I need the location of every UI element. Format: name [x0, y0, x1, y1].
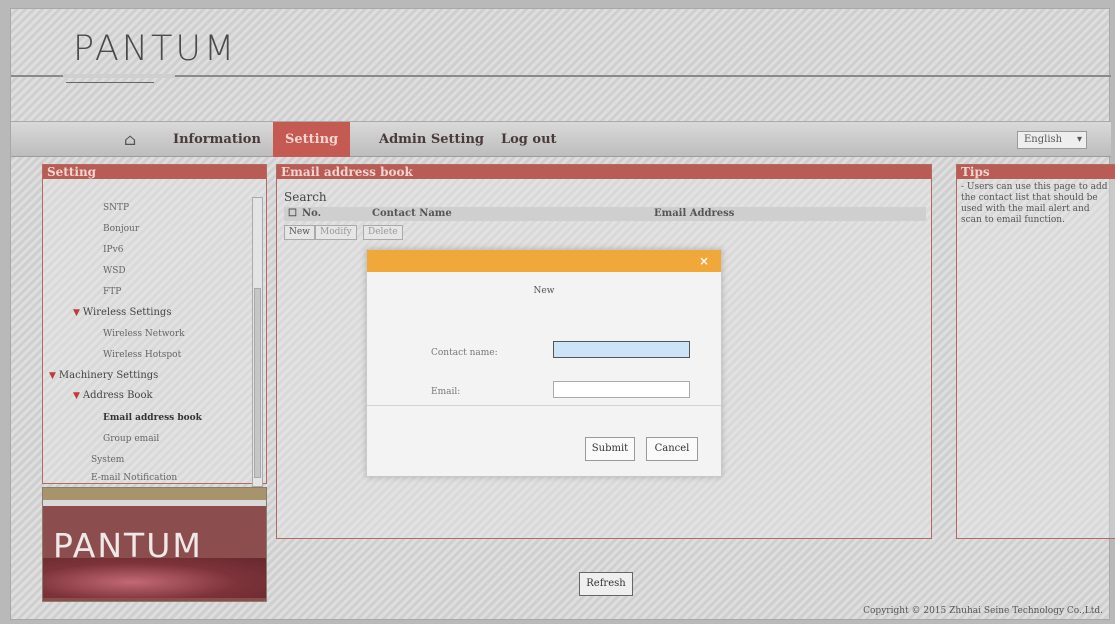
tree-label-wireless-settings: Wireless Settings — [82, 307, 172, 318]
contact-name-label: Contact name: — [431, 348, 498, 358]
language-value: English — [1024, 134, 1063, 145]
dialog-divider — [367, 405, 721, 406]
tree-item-email-address-book[interactable]: Email address book — [103, 413, 202, 423]
submit-button[interactable]: Submit — [585, 437, 635, 461]
dialog-title: New — [533, 286, 555, 296]
tree-item-sntp[interactable]: SNTP — [103, 203, 129, 213]
cancel-button[interactable]: Cancel — [646, 437, 698, 461]
header-underline — [66, 82, 154, 83]
contact-name-field[interactable] — [553, 341, 690, 358]
main-nav: ⌂ Information Setting Admin Setting Log … — [11, 121, 1111, 157]
panel-title: Email address book — [277, 165, 931, 179]
close-icon[interactable]: × — [699, 255, 711, 267]
tree-item-address-book[interactable]: ▼ Address Book — [73, 390, 153, 401]
tips-panel: Tips - Users can use this page to add th… — [956, 164, 1115, 539]
table-header: ☐ No. Contact Name Email Address — [284, 207, 926, 221]
tips-text: - Users can use this page to add the con… — [961, 182, 1108, 225]
brand-logo: PANTUM — [73, 29, 238, 69]
tree-item-email-notification[interactable]: E-mail Notification — [91, 473, 177, 483]
column-email-address: Email Address — [654, 208, 735, 219]
tree-item-bonjour[interactable]: Bonjour — [103, 224, 139, 234]
tree-item-wireless-hotspot[interactable]: Wireless Hotspot — [103, 350, 181, 360]
tree-item-ftp[interactable]: FTP — [103, 287, 121, 297]
language-select[interactable]: English ▾ — [1017, 131, 1087, 149]
banner-logo: PANTUM — [53, 526, 203, 565]
tree-item-wsd[interactable]: WSD — [103, 266, 126, 276]
delete-button[interactable]: Delete — [363, 225, 403, 240]
modify-button[interactable]: Modify — [315, 225, 357, 240]
nav-admin-setting[interactable]: Admin Setting — [367, 122, 496, 157]
nav-information[interactable]: Information — [161, 122, 273, 157]
brand-banner: PANTUM — [42, 487, 267, 602]
header-divider — [11, 74, 1111, 78]
sidebar-title: Setting — [43, 165, 266, 179]
refresh-button[interactable]: Refresh — [579, 572, 633, 596]
nav-log-out[interactable]: Log out — [489, 122, 569, 157]
new-button[interactable]: New — [284, 225, 315, 240]
home-icon[interactable]: ⌂ — [121, 131, 139, 149]
tree-label-address-book: Address Book — [82, 390, 153, 401]
tree-item-wireless-network[interactable]: Wireless Network — [103, 329, 185, 339]
settings-sidebar: Setting SNTP Bonjour IPv6 WSD FTP ▼ Wirel… — [42, 164, 267, 487]
scrollbar-thumb[interactable] — [254, 288, 261, 478]
tree-label-machinery-settings: Machinery Settings — [58, 370, 159, 381]
dialog-header: × — [367, 250, 721, 272]
tree-item-machinery-settings[interactable]: ▼ Machinery Settings — [49, 370, 158, 381]
column-no: No. — [302, 208, 322, 219]
tree-item-ipv6[interactable]: IPv6 — [103, 245, 123, 255]
tips-title: Tips — [957, 165, 1115, 179]
expand-arrow-icon: ▼ — [49, 371, 56, 381]
nav-setting[interactable]: Setting — [273, 122, 351, 157]
settings-tree: SNTP Bonjour IPv6 WSD FTP ▼ Wireless Sett… — [43, 179, 266, 487]
chevron-down-icon: ▾ — [1076, 134, 1082, 145]
email-field[interactable] — [553, 381, 690, 398]
tree-item-system[interactable]: System — [91, 455, 124, 465]
search-label: Search — [284, 190, 327, 204]
new-contact-dialog: × New Contact name: Email: Submit Cancel — [366, 249, 722, 477]
column-contact-name: Contact Name — [372, 208, 452, 219]
expand-arrow-icon: ▼ — [73, 391, 80, 401]
page: PANTUM ⌂ Information Setting Admin Setti… — [10, 8, 1115, 620]
tree-item-wireless-settings[interactable]: ▼ Wireless Settings — [73, 307, 171, 318]
tree-item-group-email[interactable]: Group email — [103, 434, 159, 444]
expand-arrow-icon: ▼ — [73, 308, 80, 318]
select-all-checkbox[interactable]: ☐ — [288, 208, 297, 219]
copyright-text: Copyright © 2015 Zhuhai Seine Technology… — [863, 606, 1103, 616]
sidebar-scrollbar[interactable] — [252, 197, 263, 487]
email-label: Email: — [431, 387, 461, 397]
